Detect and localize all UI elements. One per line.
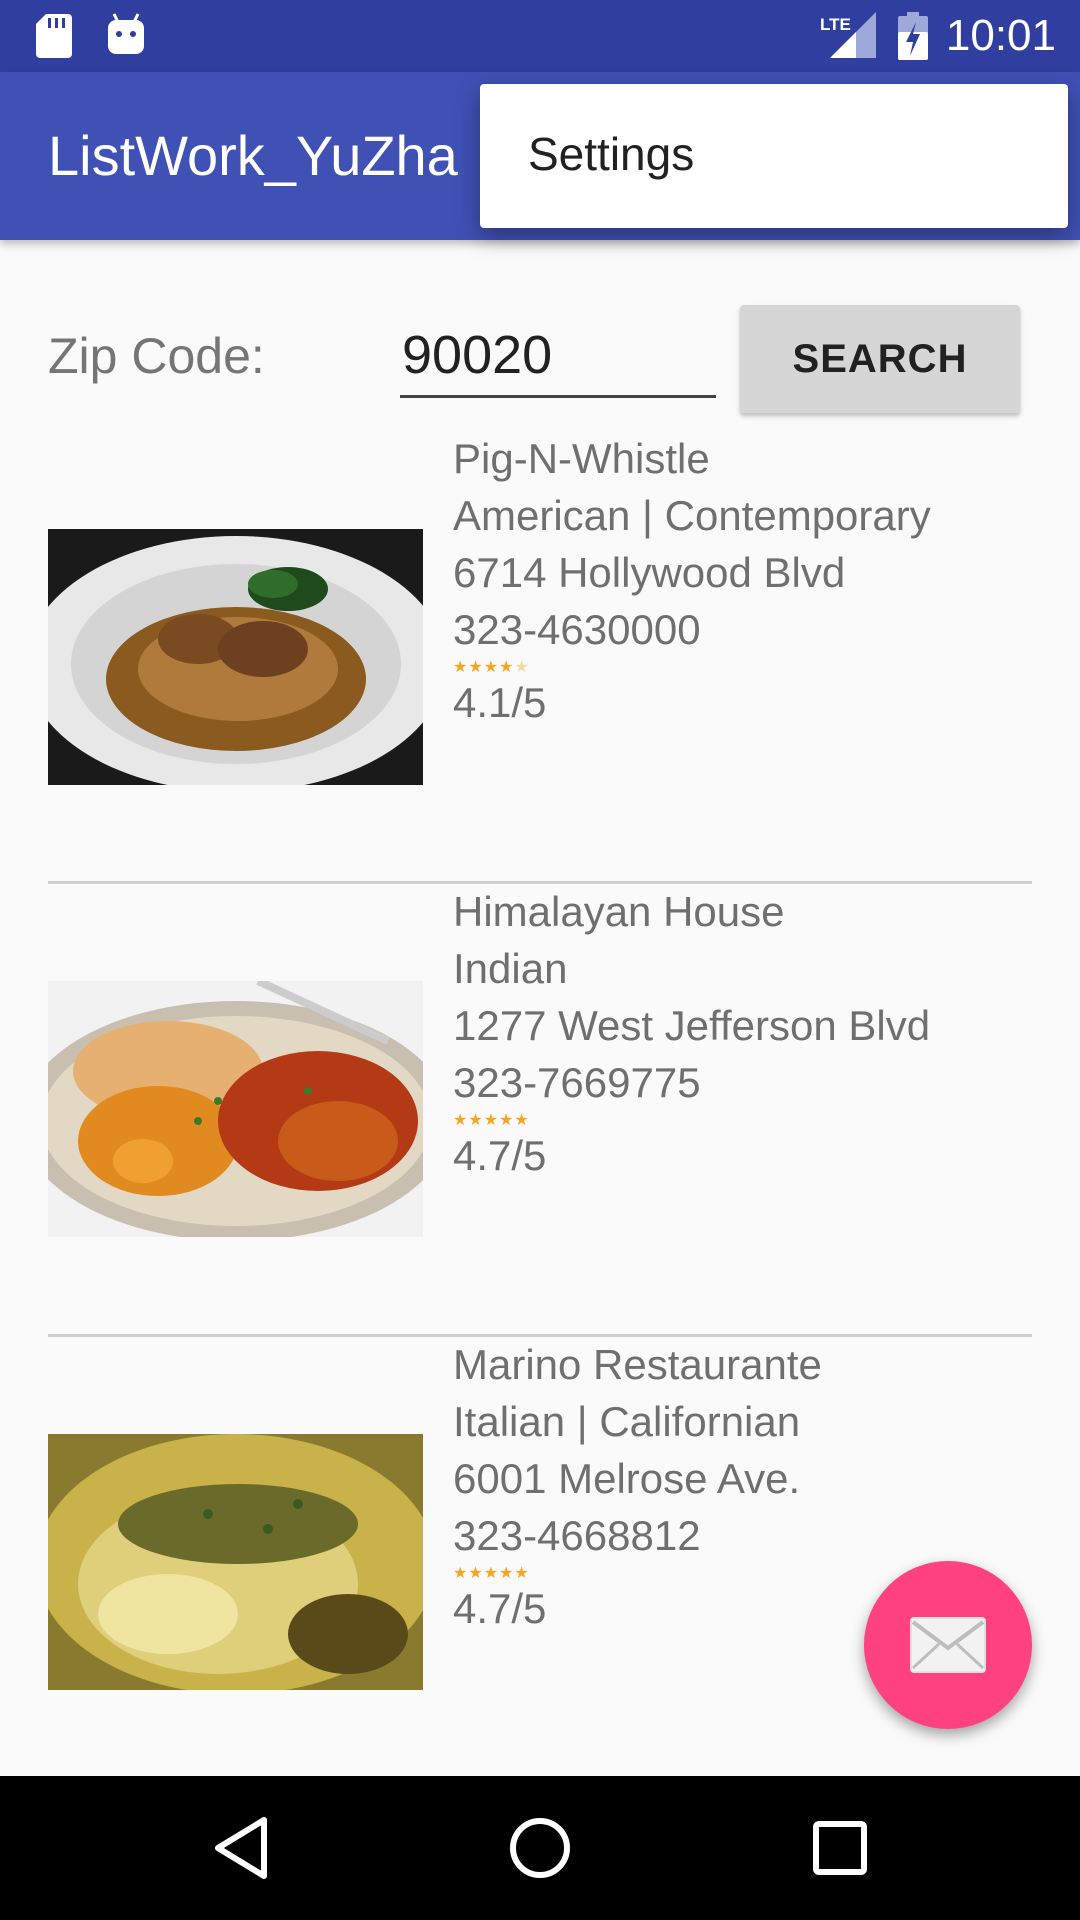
star-filled-icon: ★	[483, 657, 500, 676]
star-empty-icon: ★	[514, 657, 530, 676]
battery-icon	[898, 12, 928, 60]
app-title: ListWork_YuZha	[48, 124, 458, 187]
signal-icon: LTE	[820, 12, 876, 58]
recents-icon[interactable]	[804, 1812, 876, 1884]
restaurant-name: Marino Restaurante	[453, 1341, 822, 1388]
star-filled-icon: ★	[499, 1110, 515, 1129]
restaurant-photo	[48, 529, 423, 785]
rating-stars: ★★★★★	[453, 658, 1053, 676]
restaurant-info: Himalayan House Indian 1277 West Jeffers…	[453, 883, 1053, 1183]
rating-stars: ★★★★★	[453, 1111, 1053, 1129]
star-filled-icon: ★	[514, 1110, 530, 1129]
star-filled-icon: ★	[483, 1563, 500, 1582]
navigation-bar	[0, 1776, 1080, 1920]
star-filled-icon: ★	[468, 657, 484, 676]
rating-value: 4.1/5	[453, 679, 547, 726]
restaurant-cuisine: Indian	[453, 945, 568, 992]
rating-value: 4.7/5	[453, 1132, 547, 1179]
network-label: LTE	[820, 15, 851, 34]
menu-item-settings[interactable]: Settings	[528, 126, 694, 182]
mail-icon	[910, 1617, 986, 1673]
status-bar: LTE 10:01	[0, 0, 1080, 72]
android-icon	[108, 13, 144, 54]
back-icon[interactable]	[206, 1812, 278, 1884]
star-filled-icon: ★	[468, 1110, 484, 1129]
restaurant-photo	[48, 1434, 423, 1690]
sd-card-icon	[36, 14, 72, 58]
restaurant-address: 6001 Melrose Ave.	[453, 1455, 801, 1502]
star-filled-icon: ★	[453, 657, 469, 676]
restaurant-info: Pig-N-Whistle American | Contemporary 67…	[453, 430, 1053, 730]
restaurant-address: 6714 Hollywood Blvd	[453, 549, 846, 596]
overflow-menu: Settings	[480, 84, 1068, 228]
star-filled-icon: ★	[499, 657, 515, 676]
zip-code-label: Zip Code:	[48, 328, 265, 384]
restaurant-phone: 323-7669775	[453, 1059, 701, 1106]
home-icon[interactable]	[504, 1812, 576, 1884]
list-item[interactable]: Himalayan House Indian 1277 West Jeffers…	[0, 883, 1080, 1335]
star-filled-icon: ★	[468, 1563, 484, 1582]
list-item[interactable]: Pig-N-Whistle American | Contemporary 67…	[0, 430, 1080, 882]
restaurant-cuisine: American | Contemporary	[453, 492, 931, 539]
status-time: 10:01	[945, 11, 1056, 60]
restaurant-phone: 323-4630000	[453, 606, 701, 653]
star-filled-icon: ★	[499, 1563, 515, 1582]
star-filled-icon: ★	[483, 1110, 500, 1129]
search-button[interactable]: SEARCH	[740, 305, 1020, 413]
star-filled-icon: ★	[453, 1563, 469, 1582]
restaurant-address: 1277 West Jefferson Blvd	[453, 1002, 931, 1049]
restaurant-photo	[48, 981, 423, 1237]
zip-code-input[interactable]	[400, 320, 716, 398]
restaurant-name: Himalayan House	[453, 888, 785, 935]
star-filled-icon: ★	[453, 1110, 469, 1129]
restaurant-cuisine: Italian | Californian	[453, 1398, 801, 1445]
restaurant-phone: 323-4668812	[453, 1512, 701, 1559]
compose-mail-button[interactable]	[864, 1561, 1032, 1729]
restaurant-name: Pig-N-Whistle	[453, 435, 710, 482]
star-filled-icon: ★	[514, 1563, 530, 1582]
